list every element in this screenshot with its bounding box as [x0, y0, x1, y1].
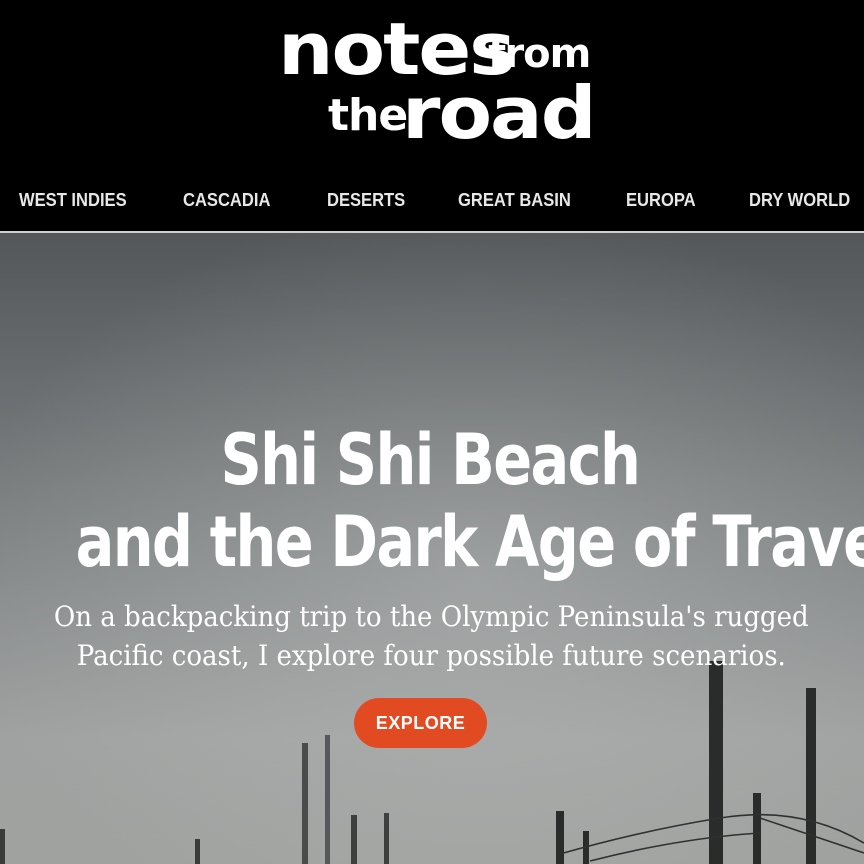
logo-word-from: from: [488, 31, 591, 77]
nav-item-deserts[interactable]: DESERTS: [327, 180, 405, 220]
nav-item-europa[interactable]: EUROPA: [626, 180, 696, 220]
nav-item-great-basin[interactable]: GREAT BASIN: [458, 180, 571, 220]
hero-banner: Shi Shi Beach and the Dark Age of Travel…: [0, 233, 864, 864]
site-header: notes from the road WEST INDIES CASCADIA…: [0, 0, 864, 233]
logo-word-road: road: [402, 72, 597, 156]
main-nav: WEST INDIES CASCADIA DESERTS GREAT BASIN…: [0, 180, 864, 220]
nav-item-west-indies[interactable]: WEST INDIES: [19, 180, 127, 220]
logo-word-the: the: [328, 90, 408, 141]
nav-item-dry-world[interactable]: DRY WORLD: [749, 180, 850, 220]
hero-title-line-2: and the Dark Age of Travel: [75, 501, 864, 583]
hero-subtitle-line-2: Pacific coast, I explore four possible f…: [76, 639, 786, 672]
hero-title-line-1: Shi Shi Beach: [220, 419, 640, 501]
explore-button[interactable]: EXPLORE: [354, 698, 487, 748]
nav-item-cascadia[interactable]: CASCADIA: [183, 180, 270, 220]
hero-subtitle-line-1: On a backpacking trip to the Olympic Pen…: [53, 600, 809, 633]
site-logo[interactable]: notes from the road: [0, 0, 864, 160]
